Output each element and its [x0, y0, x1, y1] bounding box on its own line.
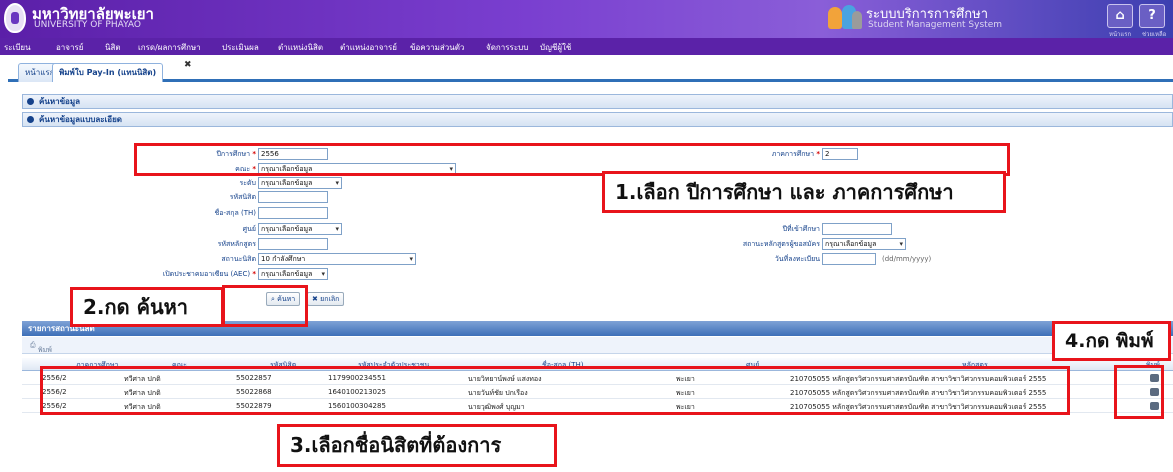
center-label: ศูนย์ [242, 225, 256, 233]
program-status-select[interactable]: กรุณาเลือกข้อมูล [822, 238, 906, 250]
results-toolbar: ⎙ พิมพ์รายการ [22, 337, 1173, 365]
menu-item-lecturer-position[interactable]: ตำแหน่งอาจารย์ [340, 41, 397, 54]
help-button[interactable]: ? [1139, 4, 1165, 28]
tab-bar: หน้าแรก พิมพ์ใบ Pay-In (แทนนิสิต) ✖ [8, 60, 1173, 82]
menu-item-student-position[interactable]: ตำแหน่งนิสิต [278, 41, 323, 54]
annotation-box-rows [40, 366, 1070, 415]
app-header: มหาวิทยาลัยพะเยา UNIVERSITY OF PHAYAO ระ… [0, 0, 1173, 38]
detail-panel-header[interactable]: ค้นหาข้อมูลแบบละเอียด [22, 112, 1173, 127]
program-code-label: รหัสหลักสูตร [217, 240, 256, 248]
level-select[interactable]: กรุณาเลือกข้อมูล [258, 177, 342, 189]
student-status-label: สถานะนิสิต [221, 255, 256, 263]
students-logo-icon [826, 3, 864, 33]
program-code-input[interactable] [258, 238, 328, 250]
annotation-box-search [222, 285, 308, 327]
tab-print-payin[interactable]: พิมพ์ใบ Pay-In (แทนนิสิต) [52, 63, 164, 82]
date-format-hint: (dd/mm/yyyy) [882, 255, 932, 263]
annotation-step4: 4.กด พิมพ์ [1052, 321, 1171, 361]
program-status-label: สถานะหลักสูตรผู้ขอสมัคร [742, 240, 820, 248]
name-label: ชื่อ-สกุล (TH) [214, 209, 256, 217]
level-label: ระดับ [239, 179, 256, 187]
menu-item-grades[interactable]: เกรด/ผลการศึกษา [138, 41, 201, 54]
menu-item-system[interactable]: จัดการระบบ [486, 41, 528, 54]
tab-print-payin-label: พิมพ์ใบ Pay-In (แทนนิสิต) [59, 68, 157, 77]
collapse-icon [27, 116, 34, 123]
reg-date-input[interactable] [822, 253, 876, 265]
search-panel-header[interactable]: ค้นหาข้อมูล [22, 94, 1173, 109]
entry-year-label: ปีที่เข้าศึกษา [782, 225, 820, 233]
menu-item-evaluation[interactable]: ประเมินผล [222, 41, 259, 54]
print-list-button[interactable]: ⎙ พิมพ์รายการ [30, 341, 62, 365]
close-icon[interactable]: ✖ [184, 60, 192, 70]
annotation-step1: 1.เลือก ปีการศึกษา และ ภาคการศึกษา [602, 171, 1006, 213]
student-status-select[interactable]: 10 กำลังศึกษา [258, 253, 416, 265]
student-id-input[interactable] [258, 191, 328, 203]
detail-panel-title: ค้นหาข้อมูลแบบละเอียด [39, 115, 122, 124]
menu-item-registration[interactable]: ระเบียน [4, 41, 31, 54]
menu-item-account[interactable]: บัญชีผู้ใช้ [540, 41, 571, 54]
menu-item-messages[interactable]: ข้อความส่วนตัว [410, 41, 464, 54]
annotation-box-print [1114, 365, 1164, 419]
help-icon: ? [1148, 8, 1156, 23]
close-icon: ✖ [312, 295, 318, 303]
collapse-icon [27, 98, 34, 105]
menu-item-student[interactable]: นิสิต [105, 41, 121, 54]
entry-year-input[interactable] [822, 223, 892, 235]
reg-date-label: วันที่ลงทะเบียน [774, 255, 820, 263]
search-panel-title: ค้นหาข้อมูล [39, 97, 81, 106]
university-name-en: UNIVERSITY OF PHAYAO [34, 20, 141, 30]
system-name-en: Student Management System [868, 20, 1002, 30]
student-id-label: รหัสนิสิต [229, 193, 256, 201]
name-input[interactable] [258, 207, 328, 219]
aec-label: เปิดประชาคมอาเซียน (AEC) * [162, 270, 256, 278]
main-menu: ระเบียน อาจารย์ นิสิต เกรด/ผลการศึกษา ปร… [0, 38, 1173, 55]
aec-select[interactable]: กรุณาเลือกข้อมูล [258, 268, 328, 280]
cancel-button[interactable]: ✖ ยกเลิก [307, 292, 345, 306]
university-seal-icon [4, 3, 26, 33]
annotation-step3: 3.เลือกชื่อนิสิตที่ต้องการ [277, 424, 557, 467]
home-button[interactable]: ⌂ [1107, 4, 1133, 28]
center-select[interactable]: กรุณาเลือกข้อมูล [258, 223, 342, 235]
home-icon: ⌂ [1115, 8, 1125, 23]
menu-item-lecturer[interactable]: อาจารย์ [56, 41, 83, 54]
annotation-step2: 2.กด ค้นหา [70, 287, 224, 327]
